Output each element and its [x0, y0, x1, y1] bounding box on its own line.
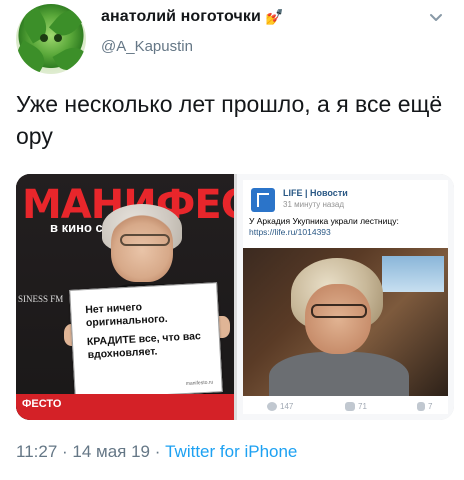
avatar[interactable]: [16, 4, 86, 74]
share-icon: [417, 402, 425, 411]
comment-icon: [345, 402, 355, 411]
chevron-down-icon[interactable]: [428, 10, 444, 26]
heart-icon: [267, 402, 277, 411]
protest-sign: Нет ничего оригинального. КРАДИТЕ все, ч…: [69, 282, 223, 400]
comments-count: 71: [358, 402, 367, 411]
source-link[interactable]: Twitter for iPhone: [165, 442, 297, 461]
timestamp[interactable]: 11:27 · 14 мая 19 ·: [16, 442, 165, 461]
post-time: 31 минуту назад: [283, 200, 345, 209]
strip-text: ФЕСТО: [22, 398, 62, 410]
photo-life-post[interactable]: LIFE | Новости 31 минуту назад У Аркадия…: [237, 174, 454, 420]
author-name-row[interactable]: анатолий ноготочки 💅: [101, 8, 284, 26]
post-link: https://life.ru/1014393: [249, 227, 331, 237]
side-logo-text: SINESS FM: [18, 294, 64, 304]
tweet-meta: 11:27 · 14 мая 19 · Twitter for iPhone: [16, 442, 297, 462]
reposts-count: 7: [428, 402, 433, 411]
tweet-text: Уже несколько лет прошло, а я все ещё ор…: [16, 91, 443, 149]
post-stats: 147 71 7: [249, 402, 449, 416]
user-handle[interactable]: @A_Kapustin: [101, 38, 193, 55]
display-name[interactable]: анатолий ноготочки: [101, 8, 261, 26]
life-logo-icon: [251, 188, 275, 212]
post-photo: [243, 248, 448, 396]
nail-polish-emoji: 💅: [264, 8, 284, 26]
tweet-media[interactable]: МАНИФЕС в кино с 8 ию SINESS FM Нет ниче…: [16, 174, 454, 420]
likes-count: 147: [280, 402, 294, 411]
sign-footer: manifesto.ru: [185, 379, 214, 387]
post-text: У Аркадия Укупника украли лестницу: http…: [249, 216, 449, 238]
sign-line-2: КРАДИТЕ все, что вас вдохновляет.: [86, 330, 202, 362]
post-text-body: У Аркадия Укупника украли лестницу:: [249, 216, 399, 226]
post-source-name: LIFE | Новости: [283, 188, 348, 198]
sign-line-1: Нет ничего оригинального.: [84, 301, 168, 330]
photo-manifesto[interactable]: МАНИФЕС в кино с 8 ию SINESS FM Нет ниче…: [16, 174, 234, 420]
